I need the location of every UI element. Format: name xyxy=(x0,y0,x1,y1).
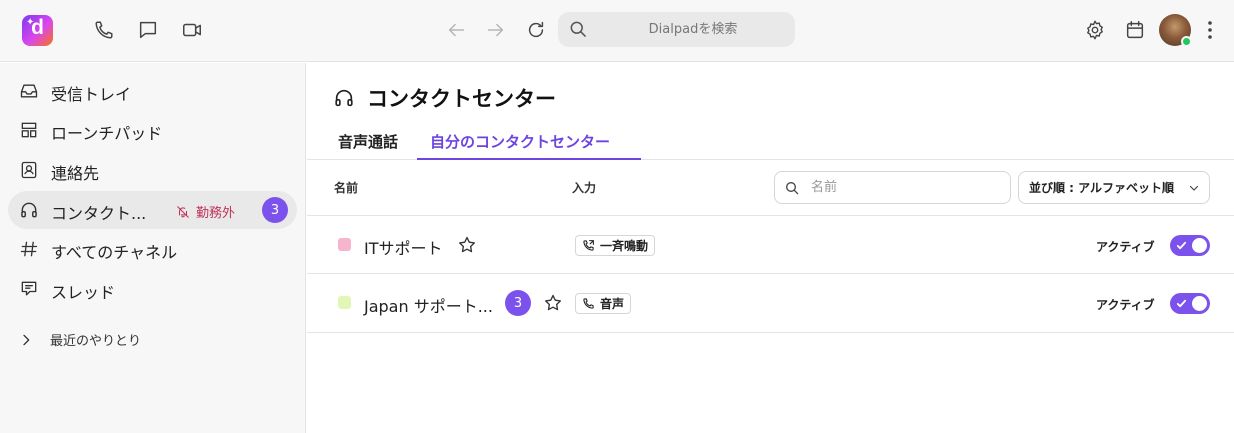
star-icon[interactable] xyxy=(543,293,563,313)
off-duty-label: 勤務外 xyxy=(196,206,236,221)
sidebar-item-contact-center[interactable]: コンタクト... 勤務外 3 xyxy=(8,191,297,229)
toggle-knob xyxy=(1192,296,1207,311)
sidebar: 受信トレイ ローンチパッド 連絡先 コンタクト... 勤務外 3 すべてのチャネ… xyxy=(0,63,306,433)
calendar-icon[interactable] xyxy=(1122,17,1148,43)
check-icon xyxy=(1176,241,1187,250)
contact-center-name[interactable]: Japan サポート... xyxy=(364,293,493,317)
color-swatch xyxy=(338,296,351,309)
star-icon[interactable] xyxy=(457,235,477,255)
sidebar-item-label: スレッド xyxy=(51,283,116,302)
sidebar-item-label: すべてのチャネル xyxy=(51,243,178,262)
page-header: コンタクトセンター xyxy=(333,85,556,111)
off-duty-status: 勤務外 xyxy=(176,202,235,221)
status-label: アクティブ xyxy=(1096,298,1155,312)
column-header-name: 名前 xyxy=(334,181,359,195)
back-arrow-icon[interactable] xyxy=(443,17,469,43)
contact-center-name[interactable]: ITサポート xyxy=(364,235,443,259)
tab-my-contact-centers[interactable]: 自分のコンタクトセンター xyxy=(417,131,641,160)
sidebar-item-contacts[interactable]: 連絡先 xyxy=(8,151,297,189)
contacts-icon xyxy=(21,161,37,179)
forward-arrow-icon[interactable] xyxy=(483,17,509,43)
top-bar: ✦ d xyxy=(0,0,1234,62)
search-input[interactable] xyxy=(598,12,788,47)
user-avatar[interactable] xyxy=(1159,14,1192,47)
sidebar-item-threads[interactable]: スレッド xyxy=(8,270,297,308)
threads-icon xyxy=(21,281,37,296)
chevron-down-icon xyxy=(1189,185,1199,191)
input-type-chip: 一斉鳴動 xyxy=(575,235,656,256)
tab-bar: 音声通話 自分のコンタクトセンター xyxy=(307,123,1234,160)
check-icon xyxy=(1176,299,1187,308)
sidebar-item-label: コンタクト... xyxy=(51,204,147,223)
tab-voice-calls[interactable]: 音声通話 xyxy=(338,131,398,160)
headset-icon xyxy=(21,202,37,218)
toggle-knob xyxy=(1192,238,1207,253)
unread-count-badge: 3 xyxy=(262,197,288,223)
sidebar-item-launchpad[interactable]: ローンチパッド xyxy=(8,111,297,149)
sort-dropdown[interactable]: 並び順 : アルファベット順 xyxy=(1018,171,1210,204)
active-toggle[interactable] xyxy=(1170,235,1210,256)
hash-icon xyxy=(20,241,38,257)
page-title: コンタクトセンター xyxy=(367,87,556,111)
launchpad-icon xyxy=(21,122,37,138)
presence-indicator xyxy=(1181,36,1192,47)
logo-letter: d xyxy=(31,16,44,39)
table-bottom-border xyxy=(307,332,1234,333)
name-filter[interactable] xyxy=(774,171,1011,204)
column-header-input: 入力 xyxy=(572,181,597,195)
sidebar-item-all-channels[interactable]: すべてのチャネル xyxy=(8,230,297,268)
dialpad-logo[interactable]: ✦ d xyxy=(22,15,53,46)
global-search[interactable] xyxy=(558,12,795,47)
unread-count-badge: 3 xyxy=(505,290,531,316)
gear-icon[interactable] xyxy=(1082,17,1108,43)
input-type-chip: 音声 xyxy=(575,293,632,314)
chevron-right-icon xyxy=(23,334,30,345)
message-icon[interactable] xyxy=(135,17,161,43)
input-type-label: 音声 xyxy=(600,297,625,311)
sort-label: 並び順 : アルファベット順 xyxy=(1029,181,1175,195)
phone-icon xyxy=(583,298,594,309)
sidebar-item-label: 連絡先 xyxy=(51,164,100,183)
inbox-icon xyxy=(20,84,38,98)
refresh-icon[interactable] xyxy=(523,17,549,43)
recent-conversations-toggle[interactable]: 最近のやりとり xyxy=(18,330,141,349)
table-row[interactable]: Japan サポート... 3 音声 アクティブ xyxy=(307,273,1234,331)
more-vertical-icon[interactable] xyxy=(1203,19,1217,41)
headset-icon xyxy=(335,89,353,107)
sidebar-item-label: ローンチパッド xyxy=(51,124,163,143)
search-icon xyxy=(570,21,586,37)
input-type-label: 一斉鳴動 xyxy=(600,239,649,253)
sidebar-item-inbox[interactable]: 受信トレイ xyxy=(8,72,297,110)
table-row[interactable]: ITサポート 一斉鳴動 アクティブ xyxy=(307,215,1234,273)
search-icon xyxy=(786,182,799,195)
name-filter-input[interactable] xyxy=(811,172,1001,203)
bell-off-icon xyxy=(177,205,189,218)
phone-forward-icon xyxy=(583,240,594,251)
phone-icon[interactable] xyxy=(91,17,117,43)
status-label: アクティブ xyxy=(1096,240,1155,254)
sidebar-item-label: 受信トレイ xyxy=(51,85,132,104)
recent-conversations-label: 最近のやりとり xyxy=(50,334,142,349)
active-toggle[interactable] xyxy=(1170,293,1210,314)
color-swatch xyxy=(338,238,351,251)
video-icon[interactable] xyxy=(179,17,205,43)
